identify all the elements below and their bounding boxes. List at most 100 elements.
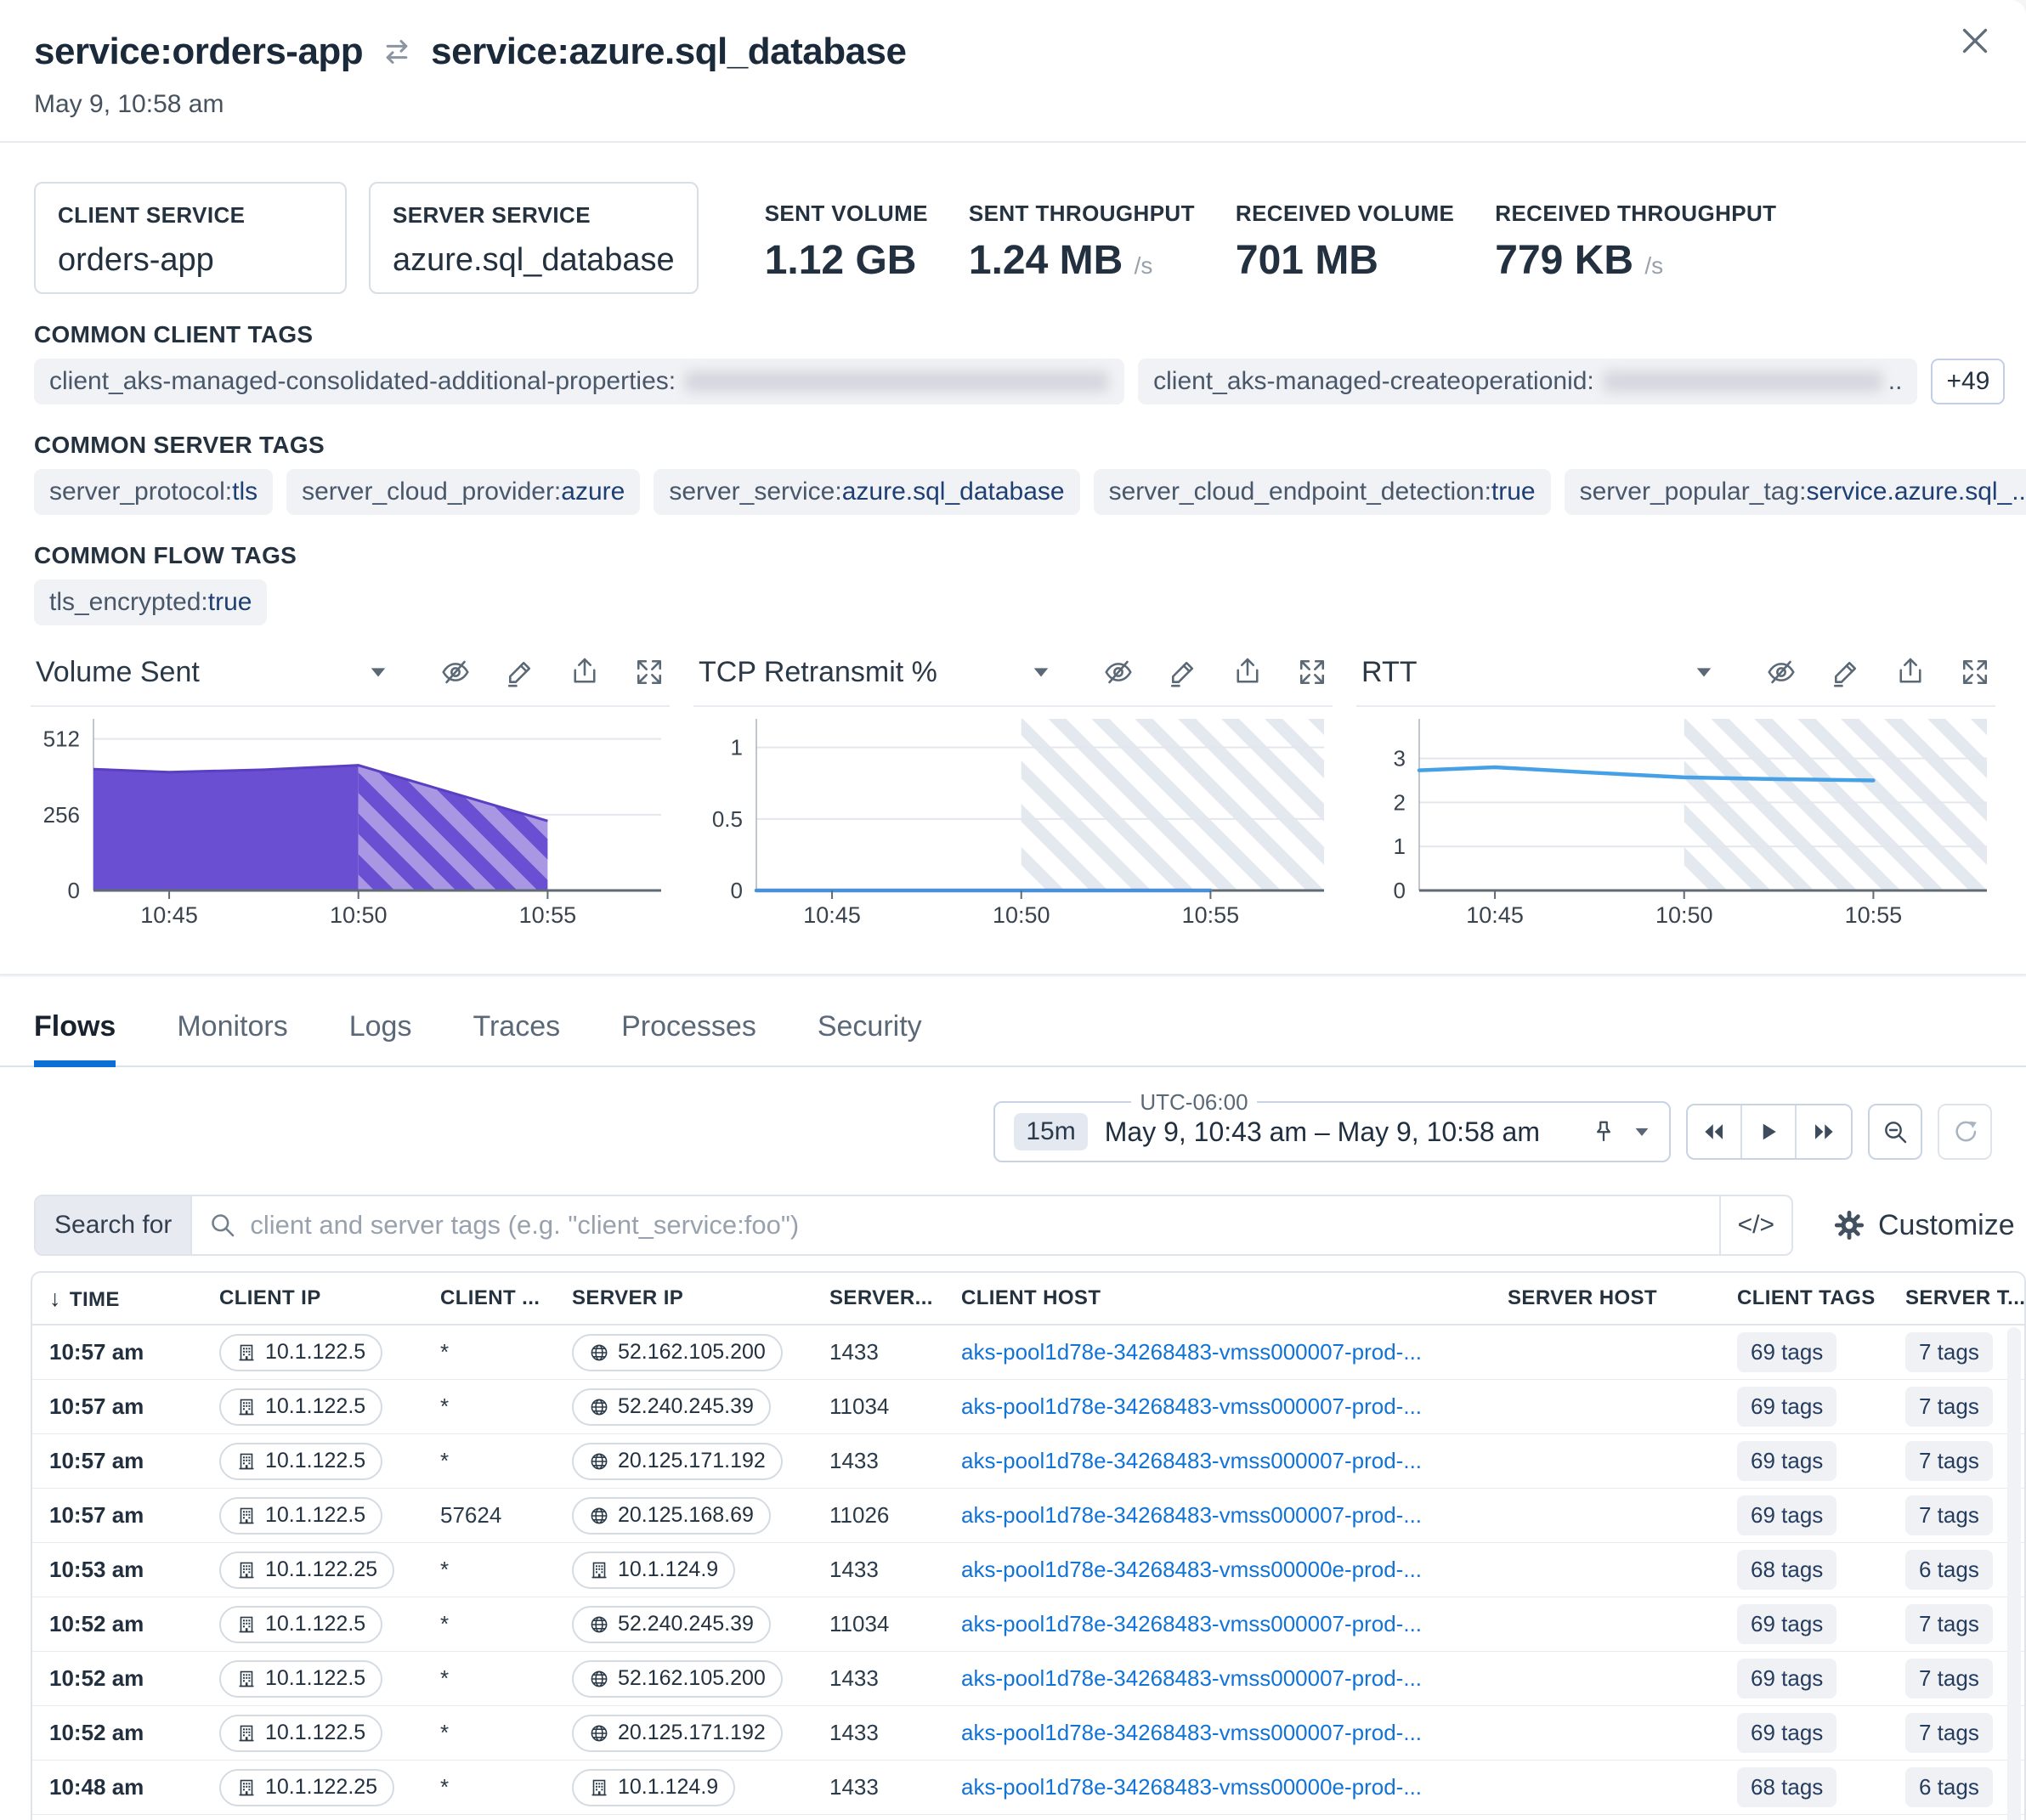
client-ip-pill[interactable]: 10.1.122.25 xyxy=(219,1551,395,1589)
tag-chip[interactable]: tls_encrypted: true xyxy=(34,579,268,625)
column-header-client-tags[interactable]: CLIENT TAGS xyxy=(1737,1286,1905,1310)
tag-chip[interactable]: client_aks-managed-createoperationid:.. xyxy=(1138,359,1918,404)
pin-icon[interactable] xyxy=(1591,1119,1616,1145)
column-header-server-t[interactable]: SERVER T... xyxy=(1905,1286,2024,1310)
eye-off-icon[interactable] xyxy=(1766,657,1797,687)
tag-chip[interactable]: server_service: azure.sql_database xyxy=(654,469,1080,515)
step-back-button[interactable] xyxy=(1688,1105,1742,1158)
eye-off-icon[interactable] xyxy=(1103,657,1134,687)
tag-chip[interactable]: client_aks-managed-consolidated-addition… xyxy=(34,359,1125,404)
tab-logs[interactable]: Logs xyxy=(349,1010,412,1065)
server-ip-pill[interactable]: 20.125.168.69 xyxy=(572,1496,771,1535)
table-row[interactable]: 10:57 am 10.1.122.5 * 52.162.105.200 143… xyxy=(32,1325,2024,1380)
client-ip-pill[interactable]: 10.1.122.5 xyxy=(219,1714,383,1752)
column-header-client-ip[interactable]: CLIENT IP xyxy=(219,1286,440,1310)
quick-range-badge[interactable]: 15m xyxy=(1014,1113,1088,1150)
client-ip-pill[interactable]: 10.1.122.5 xyxy=(219,1388,383,1426)
column-header-server[interactable]: SERVER... xyxy=(829,1286,961,1310)
client-ip-pill[interactable]: 10.1.122.5 xyxy=(219,1496,383,1535)
client-host-link[interactable]: aks-pool1d78e-34268483-vmss000007-prod-.… xyxy=(961,1339,1422,1365)
pencil-icon[interactable] xyxy=(1168,657,1198,687)
column-header-time[interactable]: ↓ TIME xyxy=(49,1286,219,1312)
show-more-tags-button[interactable]: +49 xyxy=(1931,359,2006,404)
server-ip-pill[interactable]: 20.125.171.192 xyxy=(572,1714,783,1752)
server-tags-count[interactable]: 7 tags xyxy=(1905,1387,1993,1427)
client-host-link[interactable]: aks-pool1d78e-34268483-vmss000007-prod-.… xyxy=(961,1665,1422,1691)
customize-button[interactable]: Customize xyxy=(1834,1209,2015,1242)
client-tags-count[interactable]: 68 tags xyxy=(1737,1550,1837,1590)
tab-security[interactable]: Security xyxy=(818,1010,922,1065)
server-ip-pill[interactable]: 52.162.105.200 xyxy=(572,1659,783,1698)
client-ip-pill[interactable]: 10.1.122.25 xyxy=(219,1768,395,1806)
client-tags-count[interactable]: 69 tags xyxy=(1737,1387,1837,1427)
server-tags-count[interactable]: 7 tags xyxy=(1905,1332,1993,1372)
table-scrollbar[interactable] xyxy=(2007,1327,2021,1820)
table-row[interactable]: 10:52 am 10.1.122.5 * 20.125.171.192 143… xyxy=(32,1706,2024,1761)
table-row[interactable]: 10:53 am 10.1.122.25 * 10.1.124.9 1433 a… xyxy=(32,1543,2024,1597)
search-input[interactable] xyxy=(250,1210,1702,1241)
client-ip-pill[interactable]: 10.1.122.5 xyxy=(219,1605,383,1643)
client-tags-count[interactable]: 68 tags xyxy=(1737,1767,1837,1807)
expand-icon[interactable] xyxy=(1297,657,1327,687)
chart-plot[interactable]: 0 256 512 10:45 10:50 10:55 xyxy=(31,710,670,940)
tag-chip[interactable]: server_cloud_endpoint_detection: true xyxy=(1093,469,1551,515)
tag-chip[interactable]: server_popular_tag: service.azure.sql_... xyxy=(1564,469,2026,515)
server-ip-pill[interactable]: 52.162.105.200 xyxy=(572,1333,783,1371)
table-row[interactable]: 10:57 am 10.1.122.5 57624 20.125.168.69 … xyxy=(32,1489,2024,1543)
server-tags-count[interactable]: 7 tags xyxy=(1905,1441,1993,1481)
client-ip-pill[interactable]: 10.1.122.5 xyxy=(219,1442,383,1480)
server-ip-pill[interactable]: 10.1.124.9 xyxy=(572,1768,736,1806)
time-range-picker[interactable]: UTC-06:00 15m May 9, 10:43 am – May 9, 1… xyxy=(993,1089,1671,1162)
client-ip-pill[interactable]: 10.1.122.5 xyxy=(219,1333,383,1371)
client-ip-pill[interactable]: 10.1.122.5 xyxy=(219,1659,383,1698)
server-tags-count[interactable]: 6 tags xyxy=(1905,1767,1993,1807)
chart-metric-caret-icon[interactable] xyxy=(369,665,388,679)
export-icon[interactable] xyxy=(1895,657,1926,687)
chart-metric-caret-icon[interactable] xyxy=(1032,665,1050,679)
client-tags-count[interactable]: 69 tags xyxy=(1737,1713,1837,1753)
tag-chip[interactable]: server_cloud_provider: azure xyxy=(286,469,641,515)
table-row[interactable]: 10:48 am 10.1.122.25 * 10.1.124.9 1433 a… xyxy=(32,1761,2024,1815)
server-tags-count[interactable]: 7 tags xyxy=(1905,1604,1993,1644)
column-header-client-host[interactable]: CLIENT HOST xyxy=(961,1286,1508,1310)
play-button[interactable] xyxy=(1742,1105,1797,1158)
table-row[interactable]: 10:57 am 10.1.122.5 * 20.125.171.192 143… xyxy=(32,1434,2024,1489)
server-tags-count[interactable]: 7 tags xyxy=(1905,1713,1993,1753)
zoom-out-button[interactable] xyxy=(1868,1104,1922,1160)
server-tags-count[interactable]: 7 tags xyxy=(1905,1659,1993,1698)
tab-traces[interactable]: Traces xyxy=(473,1010,560,1065)
client-host-link[interactable]: aks-pool1d78e-34268483-vmss000007-prod-.… xyxy=(961,1720,1422,1745)
table-row[interactable]: 10:52 am 10.1.122.5 * 52.162.105.200 143… xyxy=(32,1652,2024,1706)
refresh-button[interactable] xyxy=(1938,1104,1992,1160)
expand-icon[interactable] xyxy=(1960,657,1990,687)
server-ip-pill[interactable]: 10.1.124.9 xyxy=(572,1551,736,1589)
client-host-link[interactable]: aks-pool1d78e-34268483-vmss000007-prod-.… xyxy=(961,1448,1422,1473)
tag-chip[interactable]: server_protocol: tls xyxy=(34,469,274,515)
chevron-down-icon[interactable] xyxy=(1633,1126,1650,1138)
server-tags-count[interactable]: 6 tags xyxy=(1905,1550,1993,1590)
table-row[interactable]: 10:57 am 10.1.122.5 * 52.240.245.39 1103… xyxy=(32,1380,2024,1434)
server-ip-pill[interactable]: 52.240.245.39 xyxy=(572,1605,771,1643)
eye-off-icon[interactable] xyxy=(440,657,471,687)
column-header-server-host[interactable]: SERVER HOST xyxy=(1508,1286,1737,1310)
query-syntax-button[interactable]: </> xyxy=(1718,1196,1791,1254)
pencil-icon[interactable] xyxy=(505,657,535,687)
chart-plot[interactable]: 0 1 2 3 10:45 10:50 10:55 xyxy=(1356,710,1995,940)
time-range-text[interactable]: May 9, 10:43 am – May 9, 10:58 am xyxy=(1105,1116,1574,1148)
column-header-server-ip[interactable]: SERVER IP xyxy=(572,1286,829,1310)
client-tags-count[interactable]: 69 tags xyxy=(1737,1659,1837,1698)
tab-processes[interactable]: Processes xyxy=(621,1010,756,1065)
client-host-link[interactable]: aks-pool1d78e-34268483-vmss000007-prod-.… xyxy=(961,1611,1422,1636)
table-row[interactable]: 10:52 am 10.1.122.5 * 52.240.245.39 1103… xyxy=(32,1597,2024,1652)
client-tags-count[interactable]: 69 tags xyxy=(1737,1495,1837,1535)
server-tags-count[interactable]: 7 tags xyxy=(1905,1495,1993,1535)
client-tags-count[interactable]: 69 tags xyxy=(1737,1332,1837,1372)
chart-plot[interactable]: 0 0.5 1 10:45 10:50 10:55 xyxy=(693,710,1333,940)
tab-flows[interactable]: Flows xyxy=(34,1010,116,1067)
pencil-icon[interactable] xyxy=(1831,657,1861,687)
client-host-link[interactable]: aks-pool1d78e-34268483-vmss00000e-prod-.… xyxy=(961,1774,1422,1800)
column-header-client[interactable]: CLIENT ... xyxy=(440,1286,572,1310)
export-icon[interactable] xyxy=(569,657,600,687)
client-host-link[interactable]: aks-pool1d78e-34268483-vmss00000e-prod-.… xyxy=(961,1557,1422,1582)
table-row[interactable] xyxy=(32,1815,2024,1820)
